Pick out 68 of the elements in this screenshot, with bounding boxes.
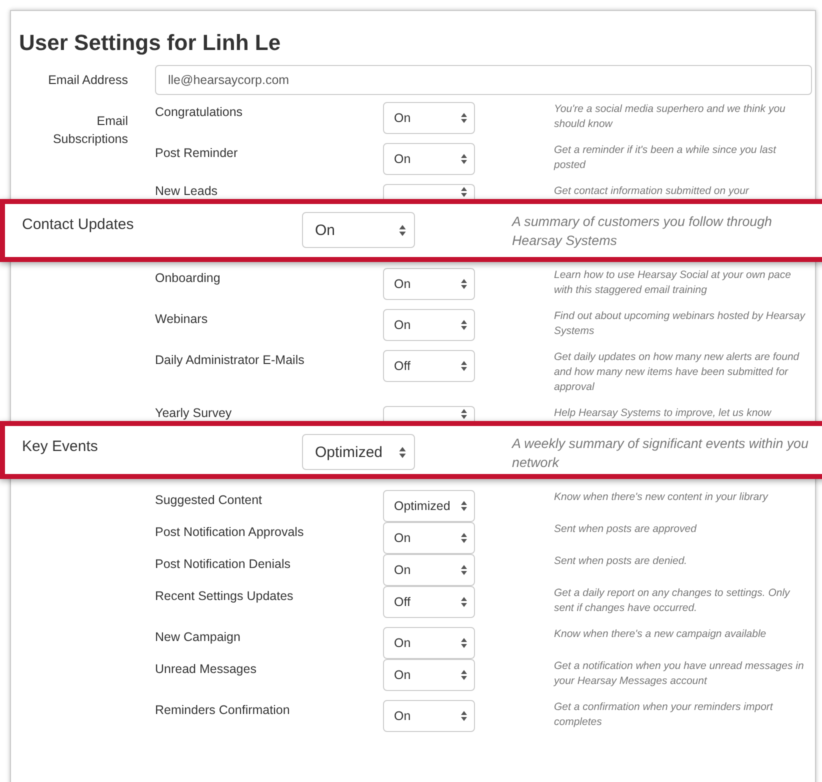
setting-description: Learn how to use Hearsay Social at your own pace with this staggered email training bbox=[554, 268, 792, 298]
select-arrows-icon bbox=[461, 361, 467, 371]
subscription-name: Daily Administrator E-Mails bbox=[155, 352, 306, 368]
subscription-name: Webinars bbox=[155, 311, 209, 327]
subscription-name: Yearly Survey bbox=[155, 406, 233, 421]
select-field[interactable]: Optimized bbox=[302, 434, 415, 470]
setting-description: Find out about upcoming webinars hosted by Hearsay Systems bbox=[554, 309, 806, 339]
setting-description: Sent when posts are approved bbox=[554, 522, 698, 537]
setting-description: Get a notification when you have unread messages in your Hearsay Messages account bbox=[554, 659, 805, 689]
select-field[interactable]: On bbox=[383, 268, 475, 300]
select-field[interactable]: On bbox=[383, 522, 475, 554]
setting-description: Know when there's a new campaign available bbox=[554, 627, 768, 642]
subscription-name: Contact Updates bbox=[21, 215, 135, 233]
subscription-name: Onboarding bbox=[155, 270, 222, 286]
subscription-name: Post Notification Denials bbox=[155, 556, 292, 572]
setting-description: Get a reminder if it's been a while since you last posted bbox=[554, 143, 778, 173]
select-arrows-icon bbox=[461, 597, 467, 607]
select-field[interactable]: On bbox=[383, 554, 475, 586]
select-field[interactable]: Optimized bbox=[383, 490, 475, 522]
select-field[interactable]: Off bbox=[383, 586, 475, 618]
subscription-name: New Campaign bbox=[155, 629, 242, 645]
setting-description: A weekly summary of significant events within you network bbox=[512, 435, 810, 472]
select-arrows-icon bbox=[461, 409, 467, 419]
select-field[interactable] bbox=[383, 184, 475, 199]
select-arrows-icon bbox=[461, 711, 467, 721]
select-arrows-icon bbox=[461, 279, 467, 289]
subscription-name: Reminders Confirmation bbox=[155, 702, 291, 718]
select-arrows-icon bbox=[461, 154, 467, 164]
field-label: Email Address bbox=[47, 73, 128, 87]
select-arrows-icon bbox=[461, 320, 467, 330]
email-field[interactable]: lle@hearsaycorp.com bbox=[155, 65, 812, 95]
select-arrows-icon bbox=[461, 533, 467, 543]
select-field[interactable]: On bbox=[383, 309, 475, 341]
subscription-name: New Leads bbox=[155, 184, 219, 199]
subscription-name: Suggested Content bbox=[155, 492, 264, 508]
select-arrows-icon bbox=[461, 113, 467, 123]
setting-description: Get daily updates on how many new alerts are found and how many new items have been submitted for approval bbox=[554, 350, 800, 395]
select-field[interactable]: Off bbox=[383, 350, 475, 382]
subscription-name: Unread Messages bbox=[155, 661, 258, 677]
select-arrows-icon bbox=[461, 638, 467, 648]
select-field[interactable]: On bbox=[383, 659, 475, 691]
subscription-name: Post Notification Approvals bbox=[155, 524, 305, 540]
select-arrows-icon bbox=[461, 565, 467, 575]
subscription-name: Recent Settings Updates bbox=[155, 588, 294, 604]
page-title: User Settings for Linh Le bbox=[18, 29, 282, 57]
select-arrows-icon bbox=[399, 224, 406, 236]
subscription-name: Congratulations bbox=[155, 104, 244, 120]
setting-description: Get a daily report on any changes to settings. Only sent if changes have occurred. bbox=[554, 586, 792, 616]
setting-description: Get a confirmation when your reminders import completes bbox=[554, 700, 774, 730]
setting-description: You're a social media superhero and we think you should know bbox=[554, 102, 786, 132]
setting-description: Get contact information submitted on your bbox=[554, 184, 750, 199]
setting-description: A summary of customers you follow through Hearsay Systems bbox=[512, 213, 773, 250]
select-arrows-icon bbox=[399, 446, 406, 458]
setting-description: Help Hearsay Systems to improve, let us know bbox=[554, 406, 772, 421]
setting-description: Know when there's new content in your library bbox=[554, 490, 770, 505]
select-field[interactable]: On bbox=[302, 212, 415, 248]
select-field[interactable]: On bbox=[383, 700, 475, 732]
setting-description: Sent when posts are denied. bbox=[554, 554, 688, 569]
select-field[interactable]: On bbox=[383, 102, 475, 134]
select-arrows-icon bbox=[461, 187, 467, 197]
subscription-name: Post Reminder bbox=[155, 145, 239, 161]
select-arrows-icon bbox=[461, 670, 467, 680]
select-field[interactable]: On bbox=[383, 143, 475, 175]
subscription-name: Key Events bbox=[21, 437, 99, 455]
select-field[interactable]: On bbox=[383, 627, 475, 659]
field-label: Email Subscriptions bbox=[52, 113, 128, 148]
select-field[interactable] bbox=[383, 406, 475, 421]
select-arrows-icon bbox=[461, 501, 467, 511]
